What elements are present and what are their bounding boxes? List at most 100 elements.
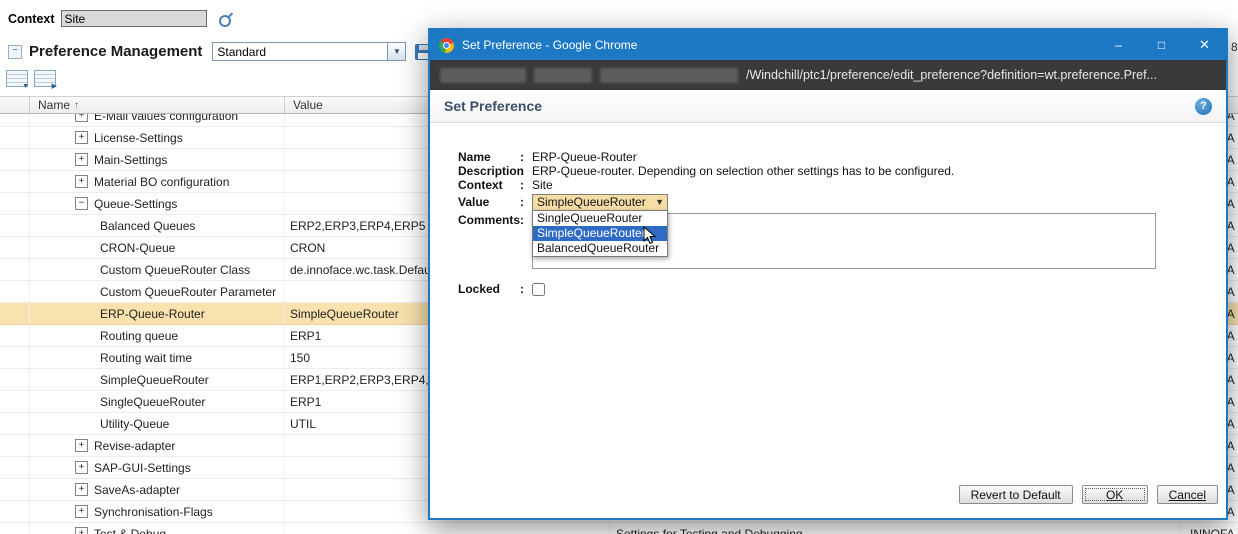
row-name: SimpleQueueRouter: [100, 373, 209, 387]
row-spacer-cell: [0, 479, 30, 500]
tree-toggle-icon[interactable]: +: [75, 505, 88, 518]
collapse-icon[interactable]: −: [8, 45, 22, 59]
description-row: Description : ERP-Queue-router. Dependin…: [458, 164, 1156, 178]
tree-toggle-icon[interactable]: −: [75, 197, 88, 210]
context-bar: Context: [8, 10, 234, 27]
mouse-cursor: [643, 226, 656, 245]
dialog-buttons: Revert to Default OK Cancel: [959, 485, 1218, 504]
help-icon[interactable]: ?: [1195, 98, 1212, 115]
maximize-button[interactable]: □: [1140, 30, 1183, 60]
context-field-value: Site: [532, 178, 553, 192]
row-name: Material BO configuration: [94, 175, 229, 189]
context-input[interactable]: [61, 10, 207, 27]
row-name: Custom QueueRouter Parameter: [100, 285, 276, 299]
locked-row: Locked :: [458, 282, 1156, 296]
row-name: Balanced Queues: [100, 219, 195, 233]
page-title: Preference Management: [29, 43, 202, 60]
row-name: CRON-Queue: [100, 241, 175, 255]
value-row: Value : SimpleQueueRouter ▼: [458, 193, 1156, 211]
value-label: Value: [458, 195, 520, 209]
tree-toggle-icon[interactable]: +: [75, 483, 88, 496]
row-spacer-cell: [0, 281, 30, 302]
window-title: Set Preference - Google Chrome: [462, 38, 1097, 52]
minimize-button[interactable]: –: [1097, 30, 1140, 60]
row-name-cell: + SaveAs-adapter: [30, 479, 285, 500]
tree-toggle-icon[interactable]: +: [75, 175, 88, 188]
row-spacer-cell: [0, 523, 30, 534]
row-spacer-cell: [0, 127, 30, 148]
locked-checkbox[interactable]: [532, 283, 545, 296]
tree-toggle-icon[interactable]: +: [75, 439, 88, 452]
cancel-button[interactable]: Cancel: [1157, 485, 1218, 504]
name-value: ERP-Queue-Router: [532, 150, 637, 164]
row-spacer-cell: [0, 171, 30, 192]
search-icon[interactable]: [217, 10, 234, 27]
window-titlebar[interactable]: Set Preference - Google Chrome – □ ✕: [430, 30, 1226, 60]
url-path: /Windchill/ptc1/preference/edit_preferen…: [746, 68, 1157, 82]
row-spacer-cell: [0, 369, 30, 390]
row-spacer-cell: [0, 501, 30, 522]
view-selector-input[interactable]: [212, 42, 388, 61]
row-name-cell: + SAP-GUI-Settings: [30, 457, 285, 478]
tree-toggle-icon[interactable]: +: [75, 461, 88, 474]
name-label: Name: [458, 150, 520, 164]
address-bar[interactable]: /Windchill/ptc1/preference/edit_preferen…: [430, 60, 1226, 90]
ok-button[interactable]: OK: [1082, 485, 1148, 504]
row-name: Synchronisation-Flags: [94, 505, 213, 519]
revert-to-default-button[interactable]: Revert to Default: [959, 485, 1073, 504]
chevron-down-icon[interactable]: ▼: [388, 42, 406, 61]
locked-label: Locked: [458, 282, 520, 296]
row-name: Routing queue: [100, 329, 178, 343]
expand-rows-icon[interactable]: ▶: [34, 70, 56, 87]
redacted-url-segment: [600, 68, 738, 83]
dialog-title: Set Preference: [444, 98, 542, 114]
row-spacer-cell: [0, 193, 30, 214]
column-header-name[interactable]: Name ↑: [30, 97, 285, 113]
dialog-header: Set Preference ?: [430, 90, 1226, 123]
context-field-label: Context: [458, 178, 520, 192]
row-spacer-cell: [0, 457, 30, 478]
row-name-cell: + Material BO configuration: [30, 171, 285, 192]
row-spacer-cell: [0, 413, 30, 434]
tree-toggle-icon[interactable]: +: [75, 527, 88, 534]
comments-label: Comments: [458, 213, 520, 269]
row-name: Test & Debug: [94, 527, 166, 534]
row-name-cell: + License-Settings: [30, 127, 285, 148]
row-value: [285, 523, 610, 534]
row-spacer-cell: [0, 347, 30, 368]
tree-toggle-icon[interactable]: +: [75, 153, 88, 166]
row-description: Settings for Testing and Debugging: [610, 523, 1180, 534]
chrome-icon-core: [444, 43, 449, 48]
value-select[interactable]: SimpleQueueRouter ▼: [532, 194, 668, 211]
row-name-cell: SimpleQueueRouter: [30, 369, 285, 390]
row-name-cell: Utility-Queue: [30, 413, 285, 434]
row-spacer-cell: [0, 215, 30, 236]
dialog-body: Set Preference ? Name : ERP-Queue-Router…: [430, 90, 1226, 518]
row-spacer-cell: [0, 325, 30, 346]
row-name-cell: Routing wait time: [30, 347, 285, 368]
table-header-spacer: [0, 97, 30, 113]
tree-toggle-icon[interactable]: +: [75, 131, 88, 144]
close-button[interactable]: ✕: [1183, 30, 1226, 60]
name-row: Name : ERP-Queue-Router: [458, 150, 1156, 164]
table-row[interactable]: + Test & Debug Settings for Testing and …: [0, 523, 1238, 534]
dropdown-option[interactable]: SingleQueueRouter: [533, 211, 667, 226]
preference-management-header: − Preference Management ▼: [8, 42, 432, 61]
row-spacer-cell: [0, 391, 30, 412]
row-spacer-cell: [0, 303, 30, 324]
chrome-popup-window: Set Preference - Google Chrome – □ ✕ /Wi…: [428, 28, 1228, 520]
row-name: Custom QueueRouter Class: [100, 263, 250, 277]
row-spacer-cell: [0, 114, 30, 126]
row-name: E-Mail values configuration: [94, 114, 238, 123]
row-edge-text: INNOFA: [1180, 523, 1238, 534]
row-name-cell: + Main-Settings: [30, 149, 285, 170]
row-name-cell: + Synchronisation-Flags: [30, 501, 285, 522]
sort-ascending-icon: ↑: [74, 100, 79, 111]
row-name: ERP-Queue-Router: [100, 307, 205, 321]
row-name: Revise-adapter: [94, 439, 175, 453]
table-view-icon[interactable]: ▼: [6, 70, 28, 87]
row-name-cell: − Queue-Settings: [30, 193, 285, 214]
tree-toggle-icon[interactable]: +: [75, 114, 88, 122]
select-arrow-icon: ▼: [655, 195, 664, 209]
view-selector: ▼: [212, 42, 406, 61]
